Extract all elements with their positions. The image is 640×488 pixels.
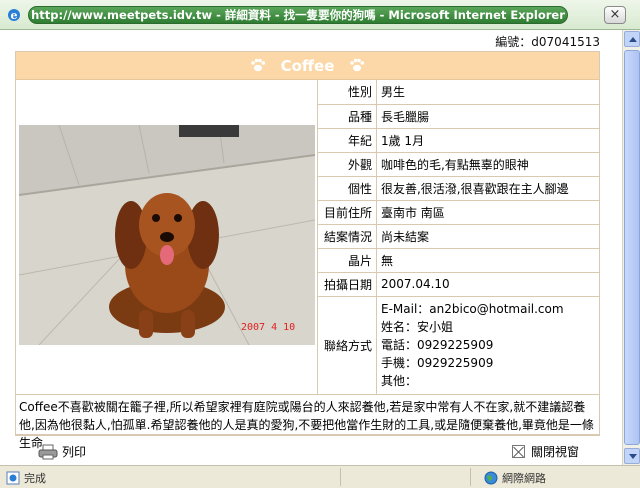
scroll-up-button[interactable]: [624, 31, 640, 47]
info-value: 很友善,很活潑,很喜歡跟在主人腳邊: [376, 176, 599, 201]
paw-icon: [350, 58, 365, 71]
contact-email[interactable]: E-Mail：an2bico@hotmail.com: [381, 300, 595, 318]
info-value: 咖啡色的毛,有點無辜的眼神: [376, 152, 599, 177]
print-label: 列印: [62, 445, 87, 459]
close-window-label: 關閉視窗: [531, 445, 580, 459]
pet-detail-card: Coffee 2007 4 10 性別 男生 品種 長毛臘腸 年紀 1歲 1月 …: [15, 51, 600, 450]
contact-phone: 電話：0929225909: [380, 338, 494, 353]
info-row: 品種 長毛臘腸: [318, 104, 599, 129]
pet-name: Coffee: [280, 57, 335, 75]
scroll-down-button[interactable]: [624, 448, 640, 464]
status-left: 完成: [6, 470, 46, 486]
status-bar: 完成 網際網路: [0, 465, 640, 488]
info-row: 結案情況 尚未結案: [318, 224, 599, 249]
info-label: 結案情況: [318, 224, 377, 249]
pet-body-row: 2007 4 10 性別 男生 品種 長毛臘腸 年紀 1歲 1月 外觀 咖啡色的毛,有點無辜的…: [16, 80, 599, 395]
info-value: 臺南市 南區: [376, 200, 599, 225]
contact-details: E-Mail：an2bico@hotmail.com 姓名：安小姐 電話：092…: [376, 296, 599, 394]
info-value: 無: [376, 248, 599, 273]
page-content: 編號：d07041513 Coffee 2007 4 10 性別 男生 品種 長…: [0, 30, 622, 465]
info-row: 晶片無: [318, 248, 599, 273]
info-label: 外觀: [318, 152, 377, 177]
contact-other: 其他：: [380, 374, 417, 389]
contact-mobile: 手機：0929225909: [380, 356, 494, 371]
contact-label: 聯絡方式: [318, 296, 377, 394]
info-label: 個性: [318, 176, 377, 201]
pet-photo-cell: 2007 4 10: [16, 80, 319, 394]
contact-row: 聯絡方式 E-Mail：an2bico@hotmail.com 姓名：安小姐 電…: [318, 296, 599, 394]
info-row: 外觀 咖啡色的毛,有點無辜的眼神: [318, 152, 599, 177]
page-done-icon: [6, 471, 20, 485]
printer-icon: [38, 444, 58, 459]
pet-description: Coffee不喜歡被關在籠子裡,所以希望家裡有庭院或陽台的人來認養他,若是家中常…: [16, 395, 599, 450]
info-label: 晶片: [318, 248, 377, 273]
info-row: 性別 男生: [318, 80, 599, 105]
info-value: 尚未結案: [376, 224, 599, 249]
internet-explorer-icon: e: [8, 9, 20, 22]
info-label: 拍攝日期: [318, 272, 377, 297]
info-row: 年紀 1歲 1月: [318, 128, 599, 153]
status-text: 完成: [24, 472, 46, 485]
info-value: 1歲 1月: [376, 128, 599, 153]
contact-name: 姓名：安小姐: [380, 320, 453, 335]
pet-photo: 2007 4 10: [19, 125, 315, 345]
window-titlebar: e http://www.meetpets.idv.tw - 詳細資料 - 找一…: [0, 0, 640, 30]
info-row: 目前住所 臺南市 南區: [318, 200, 599, 225]
svg-text:e: e: [11, 9, 18, 22]
info-label: 品種: [318, 104, 377, 129]
status-zone: 網際網路: [484, 470, 546, 486]
info-value: 長毛臘腸: [376, 104, 599, 129]
pet-number: 編號：d07041513: [495, 35, 600, 49]
page-actions: 列印 關閉視窗: [0, 440, 622, 465]
info-label: 目前住所: [318, 200, 377, 225]
window-title: http://www.meetpets.idv.tw - 詳細資料 - 找一隻要…: [28, 6, 568, 24]
pet-info-table: 性別 男生 品種 長毛臘腸 年紀 1歲 1月 外觀 咖啡色的毛,有點無辜的眼神 個性 很友善,很活…: [318, 80, 599, 394]
info-value: 2007.04.10: [376, 272, 599, 297]
vertical-scrollbar[interactable]: [622, 30, 640, 465]
info-row: 個性 很友善,很活潑,很喜歡跟在主人腳邊: [318, 176, 599, 201]
info-row: 拍攝日期 2007.04.10: [318, 272, 599, 297]
info-label: 年紀: [318, 128, 377, 153]
window-close-button[interactable]: ×: [604, 6, 626, 24]
print-button[interactable]: 列印: [38, 443, 86, 460]
close-window-icon: [512, 445, 525, 458]
globe-icon: [484, 471, 498, 485]
close-window-button[interactable]: 關閉視窗: [512, 443, 579, 460]
info-label: 性別: [318, 80, 377, 105]
info-value: 男生: [376, 80, 599, 105]
pet-name-header: Coffee: [16, 52, 599, 80]
scrollbar-thumb[interactable]: [624, 50, 640, 445]
paw-icon: [250, 58, 265, 71]
photo-date-stamp: 2007 4 10: [241, 322, 295, 333]
zone-text: 網際網路: [502, 472, 546, 485]
